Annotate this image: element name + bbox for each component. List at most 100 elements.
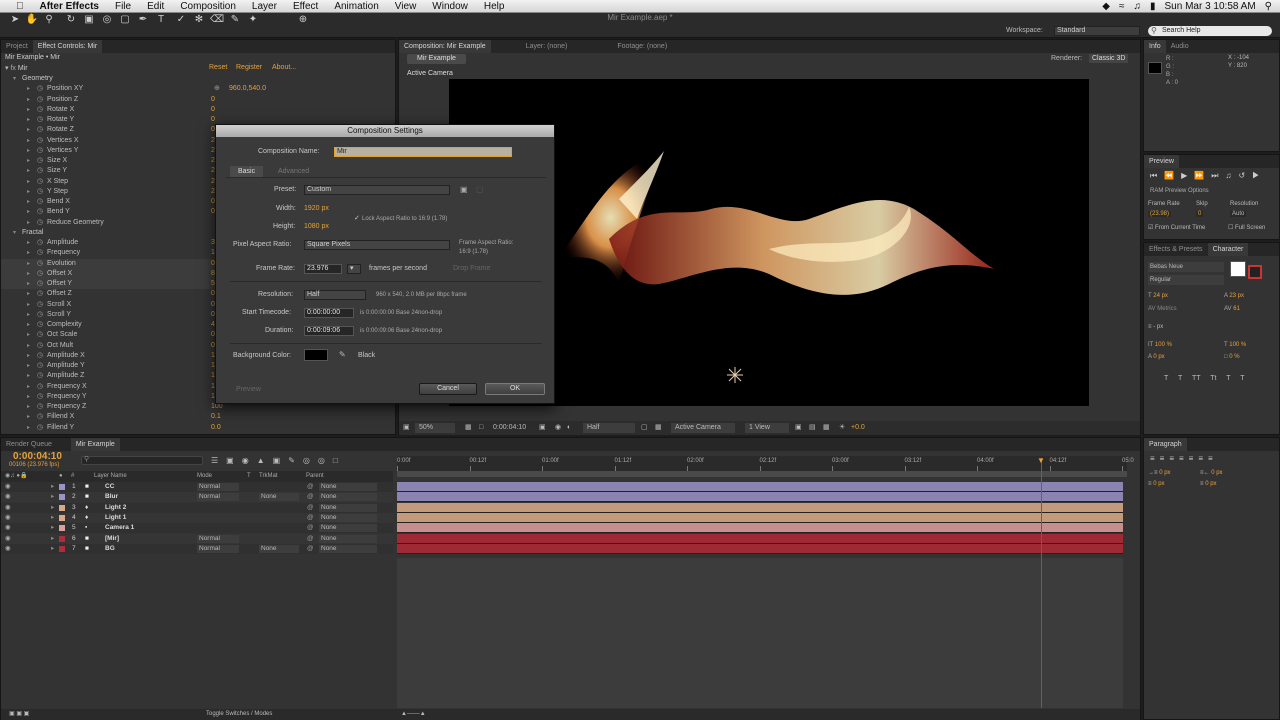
layer-disclosure-icon[interactable]: ▸ (51, 523, 54, 533)
register-link[interactable]: Register (236, 64, 262, 71)
tab-render-queue[interactable]: Render Queue (1, 441, 57, 448)
property-value[interactable]: 0 (211, 95, 215, 105)
exposure-value[interactable]: +0.0 (851, 421, 865, 435)
preview-resolution-select[interactable]: Auto (1230, 211, 1247, 217)
layer-mode-select[interactable]: Normal (197, 544, 239, 553)
stopwatch-icon[interactable]: ◷ (37, 361, 43, 371)
property-value[interactable]: 960.0,540.0 (229, 84, 266, 94)
parent-pickwhip-icon[interactable]: @ (307, 503, 314, 513)
stopwatch-icon[interactable]: ◷ (37, 156, 43, 166)
effect-property-row[interactable]: ▸ ◷ Position Z 0 (1, 95, 393, 105)
stopwatch-icon[interactable]: ◷ (37, 248, 43, 258)
disclosure-triangle-icon[interactable]: ▸ (27, 187, 30, 197)
prev-frame-icon[interactable]: ⏪ (1164, 171, 1181, 180)
stopwatch-icon[interactable]: ◷ (37, 187, 43, 197)
layer-duration-bar[interactable] (397, 512, 1123, 523)
roto-tool-icon[interactable]: ✎ (228, 14, 242, 26)
disclosure-triangle-icon[interactable]: ▸ (27, 248, 30, 258)
layer-row[interactable]: ◉ ▸ 1 ■ CC Normal @ None (1, 482, 393, 492)
effect-property-row[interactable]: ▾ Geometry (1, 74, 393, 84)
layer-parent-select[interactable]: None (319, 534, 377, 543)
stopwatch-icon[interactable]: ◷ (37, 423, 43, 433)
preview-frame-rate-select[interactable]: (23.98) (1148, 211, 1172, 217)
layer-parent-select[interactable]: None (319, 544, 377, 553)
layer-duration-bar[interactable] (397, 502, 1123, 513)
visibility-eye-icon[interactable]: ◉ (5, 544, 11, 554)
disclosure-triangle-icon[interactable]: ▸ (27, 412, 30, 422)
disclosure-triangle-icon[interactable]: ▸ (27, 136, 30, 146)
play-icon[interactable]: ▶ (1181, 171, 1194, 180)
preset-select[interactable]: Custom (304, 185, 450, 195)
layer-row[interactable]: ◉ ▸ 6 ■ [Mir] Normal @ None (1, 533, 393, 544)
menu-animation[interactable]: Animation (326, 1, 386, 12)
cancel-button[interactable]: Cancel (419, 383, 477, 395)
tab-effects-presets[interactable]: Effects & Presets (1144, 246, 1208, 253)
disclosure-triangle-icon[interactable]: ▸ (27, 197, 30, 207)
layer-duration-bar[interactable] (397, 482, 1123, 492)
layer-parent-select[interactable]: None (319, 513, 377, 522)
layer-row[interactable]: ◉ ▸ 2 ■ Blur Normal None @ None (1, 492, 393, 503)
eraser-tool-icon[interactable]: ⌫ (210, 14, 224, 26)
camera-tool-icon[interactable]: ▣ (82, 14, 96, 26)
disclosure-triangle-icon[interactable]: ▸ (27, 166, 30, 176)
zoom-slider[interactable]: ▲───▲ (401, 709, 426, 720)
puppet-tool-icon[interactable]: ✦ (246, 14, 260, 26)
flowchart-icon[interactable]: ▦ (823, 421, 830, 435)
disclosure-triangle-icon[interactable]: ▸ (27, 423, 30, 433)
layer-disclosure-icon[interactable]: ▸ (51, 513, 54, 523)
start-timecode-field[interactable]: 0:00:00:00 (304, 308, 354, 318)
wifi-icon[interactable]: ≈ (1119, 1, 1125, 12)
tab-advanced[interactable]: Advanced (270, 166, 317, 177)
font-style-select[interactable]: Regular (1148, 275, 1224, 285)
disclosure-triangle-icon[interactable]: ▸ (27, 351, 30, 361)
clone-tool-icon[interactable]: ✻ (192, 14, 206, 26)
effect-property-row[interactable]: ▸ ◷ Fillend X 0.1 (1, 412, 393, 422)
disclosure-triangle-icon[interactable]: ▸ (27, 392, 30, 402)
eyedropper-icon[interactable]: ✎ (339, 350, 346, 359)
pan-behind-tool-icon[interactable]: ◎ (100, 14, 114, 26)
layer-row[interactable]: ◉ ▸ 4 ♦ Light 1 @ None (1, 512, 393, 523)
visibility-eye-icon[interactable]: ◉ (5, 492, 11, 502)
stopwatch-icon[interactable]: ◷ (37, 402, 43, 412)
text-style-buttons[interactable]: T T TT Tt T T (1164, 375, 1245, 382)
tab-basic[interactable]: Basic (230, 166, 264, 177)
stopwatch-icon[interactable]: ◷ (37, 218, 43, 228)
layer-disclosure-icon[interactable]: ▸ (51, 482, 54, 492)
layer-label-color[interactable] (59, 494, 65, 501)
layer-label-color[interactable] (59, 504, 65, 511)
stopwatch-icon[interactable]: ◷ (37, 115, 43, 125)
color-mgmt-icon[interactable]: ◐ (567, 421, 571, 435)
stopwatch-icon[interactable]: ◷ (37, 105, 43, 115)
menu-window[interactable]: Window (424, 1, 476, 12)
stopwatch-icon[interactable]: ◷ (37, 84, 43, 94)
stopwatch-icon[interactable]: ◷ (37, 351, 43, 361)
frame-rate-field[interactable]: 23.976 (304, 264, 342, 274)
disclosure-triangle-icon[interactable]: ▸ (27, 371, 30, 381)
layer-name[interactable]: Light 2 (105, 503, 126, 513)
work-area-bar[interactable] (397, 471, 1127, 477)
zoom-tool-icon[interactable]: ⚲ (42, 14, 56, 26)
magnification-select[interactable]: 50% (415, 423, 455, 433)
stopwatch-icon[interactable]: ◷ (37, 371, 43, 381)
lock-checkbox-icon[interactable]: ✓ (354, 214, 360, 222)
menu-layer[interactable]: Layer (244, 1, 285, 12)
preview-skip-field[interactable]: 0 (1196, 211, 1204, 217)
layer-disclosure-icon[interactable]: ▸ (51, 492, 54, 502)
disclosure-triangle-icon[interactable]: ▸ (27, 402, 30, 412)
tab-composition[interactable]: Composition: Mir Example (399, 40, 491, 53)
layer-trkmat-select[interactable]: None (259, 544, 299, 553)
spotlight-icon[interactable]: ⚲ (1265, 1, 1272, 12)
layer-label-color[interactable] (59, 484, 65, 490)
view-layout-select[interactable]: 1 View (745, 423, 789, 433)
fast-preview-icon[interactable]: ▤ (809, 421, 816, 435)
pen-tool-icon[interactable]: ✒ (136, 14, 150, 26)
disclosure-triangle-icon[interactable]: ▸ (27, 207, 30, 217)
mask-view-icon[interactable]: □ (479, 421, 483, 435)
layer-name[interactable]: BG (105, 544, 115, 554)
property-value[interactable]: 0.0 (211, 423, 221, 433)
stopwatch-icon[interactable]: ◷ (37, 197, 43, 207)
roi-icon[interactable]: ▢ (641, 421, 648, 435)
disclosure-triangle-icon[interactable]: ▾ (13, 74, 16, 84)
resolution-select-dialog[interactable]: Half (304, 290, 366, 300)
apple-menu-icon[interactable]:  (8, 1, 32, 12)
